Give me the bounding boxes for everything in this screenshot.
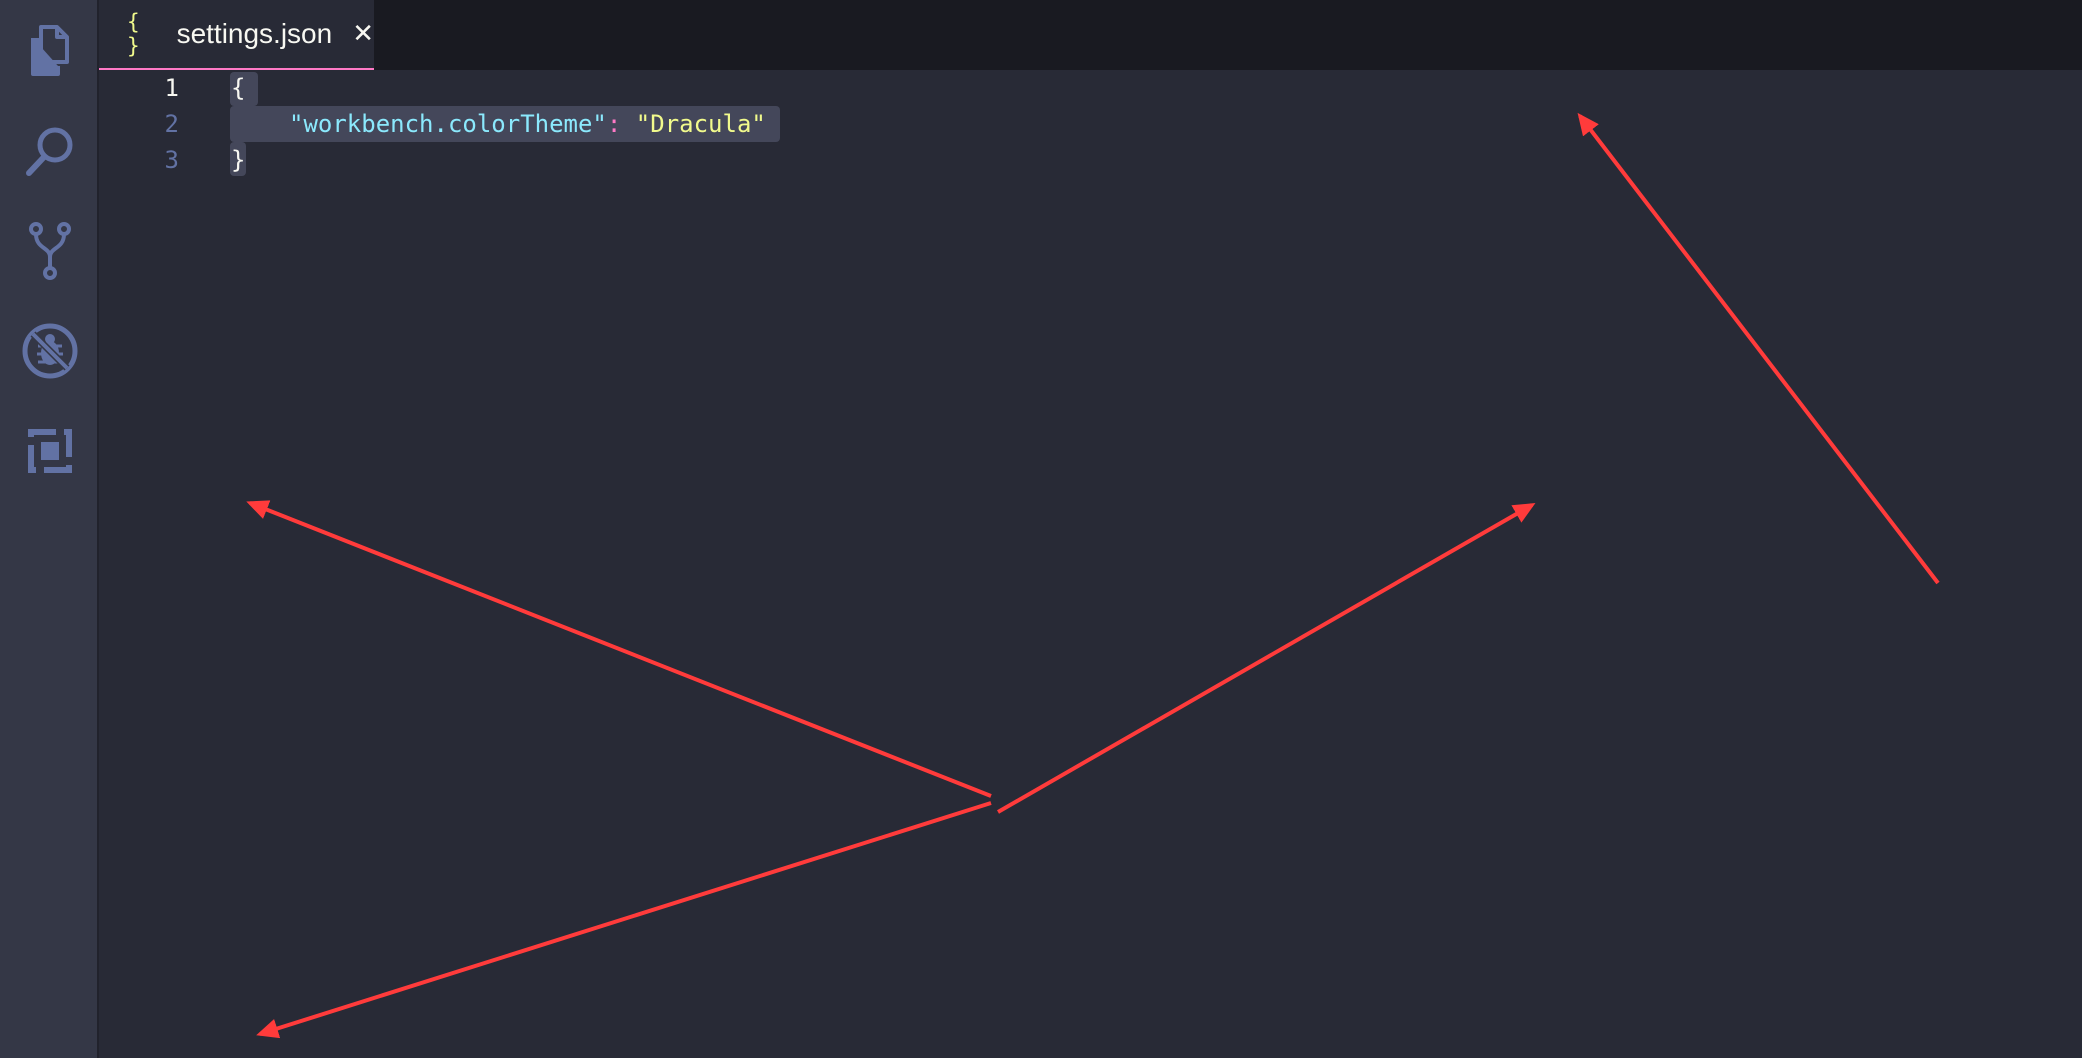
- search-button[interactable]: [0, 106, 99, 196]
- tab-label: settings.json: [176, 18, 333, 49]
- vscode-window: { } settings.json ✕ 1 { 2 "workbench.col…: [0, 0, 2082, 1058]
- debug-button[interactable]: [0, 306, 99, 396]
- explorer-button[interactable]: [0, 6, 99, 96]
- line-number: 2: [164, 110, 179, 138]
- tab-bar: { } settings.json ✕: [99, 0, 2082, 70]
- code-editor[interactable]: 1 { 2 "workbench.colorTheme": "Dracula" …: [99, 70, 2082, 1058]
- code-text: {: [231, 74, 246, 102]
- json-key: "workbench.colorTheme": [289, 110, 607, 138]
- code-line: 3 }: [99, 142, 2082, 178]
- search-icon: [25, 127, 72, 176]
- code-text: "workbench.colorTheme": "Dracula": [289, 106, 766, 142]
- files-icon: [30, 25, 69, 76]
- json-colon: :: [606, 110, 622, 138]
- close-icon[interactable]: ✕: [352, 19, 374, 49]
- extensions-button[interactable]: [0, 406, 99, 496]
- source-control-button[interactable]: [0, 206, 99, 296]
- json-value: "Dracula": [635, 110, 766, 138]
- debug-icon: [22, 323, 77, 379]
- line-number: 1: [164, 74, 179, 102]
- code-text: }: [231, 146, 246, 174]
- extensions-icon: [25, 427, 74, 475]
- activity-bar: [0, 0, 99, 1058]
- tab-settings-json[interactable]: { } settings.json ✕: [99, 0, 374, 70]
- code-line: 2 "workbench.colorTheme": "Dracula": [99, 106, 2082, 142]
- line-number: 3: [164, 146, 179, 174]
- json-file-icon: { }: [127, 10, 142, 58]
- source-control-icon: [28, 222, 71, 280]
- code-line: 1 {: [99, 70, 2082, 106]
